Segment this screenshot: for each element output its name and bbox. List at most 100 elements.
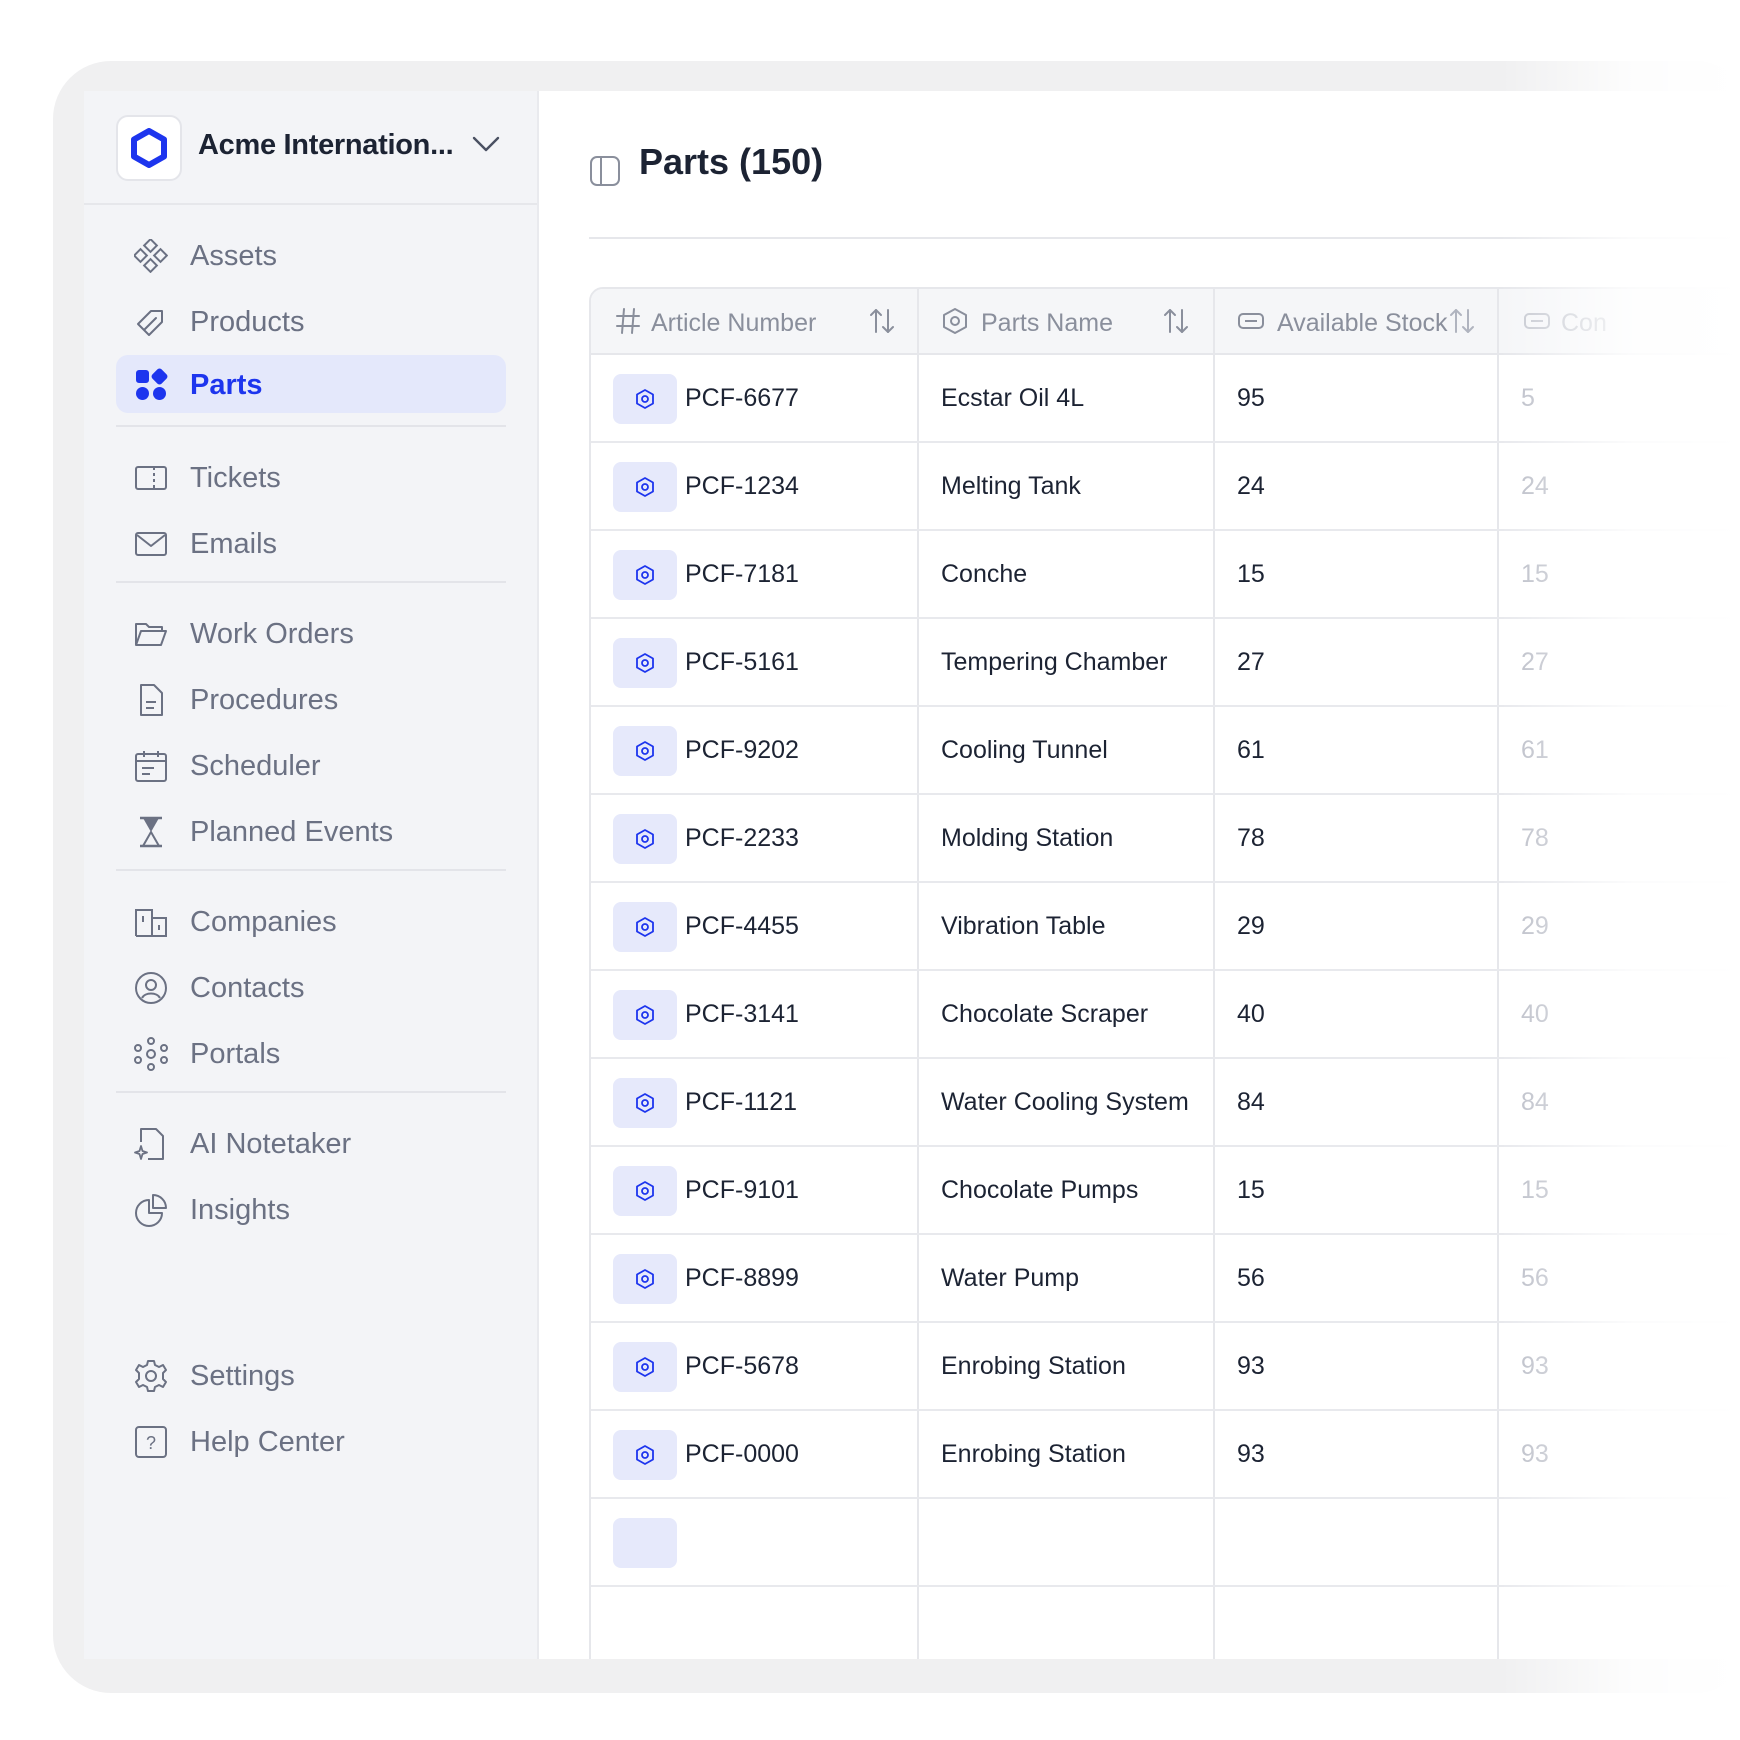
sidebar-item-label: Products bbox=[190, 306, 305, 338]
sidebar-item-planned-events[interactable]: Planned Events bbox=[116, 799, 506, 863]
cell-con: 15 bbox=[1521, 1175, 1549, 1204]
column-header-article-number[interactable]: Article Number bbox=[591, 289, 919, 355]
sidebar-toggle-icon[interactable] bbox=[589, 155, 621, 187]
table-row[interactable]: PCF-2233 Molding Station 78 78 bbox=[591, 795, 1740, 883]
column-header-available-stock[interactable]: Available Stock bbox=[1215, 289, 1499, 355]
sidebar-item-assets[interactable]: Assets bbox=[116, 223, 506, 287]
part-type-chip bbox=[613, 1518, 677, 1568]
sidebar-item-tickets[interactable]: Tickets bbox=[116, 445, 506, 509]
sidebar-item-help-center[interactable]: ? Help Center bbox=[116, 1409, 506, 1473]
sidebar-item-portals[interactable]: Portals bbox=[116, 1021, 506, 1085]
sidebar-item-label: Help Center bbox=[190, 1426, 345, 1458]
article-number: PCF-1121 bbox=[685, 1087, 798, 1116]
sidebar-item-scheduler[interactable]: Scheduler bbox=[116, 733, 506, 797]
org-switcher[interactable]: Acme Internation... bbox=[84, 91, 537, 205]
cell-available-stock: 78 bbox=[1237, 823, 1265, 852]
header-divider bbox=[589, 237, 1740, 239]
hex-nut-icon bbox=[636, 829, 654, 849]
sidebar-item-contacts[interactable]: Contacts bbox=[116, 955, 506, 1019]
org-logo bbox=[116, 115, 182, 181]
cell-con: 93 bbox=[1521, 1351, 1549, 1380]
hex-nut-icon bbox=[636, 1269, 654, 1289]
sidebar-item-procedures[interactable]: Procedures bbox=[116, 667, 506, 731]
table-row[interactable]: PCF-1121 Water Cooling System 84 84 bbox=[591, 1059, 1740, 1147]
sidebar-item-ai-notetaker[interactable]: AI Notetaker bbox=[116, 1111, 506, 1175]
cell-article-number: PCF-0000 bbox=[591, 1411, 917, 1497]
chevron-down-icon[interactable] bbox=[471, 134, 501, 154]
cell-available-stock: 15 bbox=[1237, 1175, 1265, 1204]
table-row[interactable] bbox=[591, 1499, 1740, 1587]
sidebar-item-products[interactable]: Products bbox=[116, 289, 506, 353]
part-type-chip bbox=[613, 814, 677, 864]
table-row[interactable]: PCF-1234 Melting Tank 24 24 bbox=[591, 443, 1740, 531]
sidebar-item-companies[interactable]: Companies bbox=[116, 889, 506, 953]
table-row[interactable]: PCF-9101 Chocolate Pumps 15 15 bbox=[591, 1147, 1740, 1235]
table-row[interactable]: PCF-5678 Enrobing Station 93 93 bbox=[591, 1323, 1740, 1411]
hourglass-icon bbox=[140, 816, 162, 848]
cell-parts-name: Conche bbox=[941, 559, 1028, 588]
part-type-chip bbox=[613, 374, 677, 424]
cell-con: 15 bbox=[1521, 559, 1549, 588]
column-label: Available Stock bbox=[1277, 309, 1448, 337]
table-row[interactable]: PCF-6677 Ecstar Oil 4L 95 5 bbox=[591, 355, 1740, 443]
sidebar-item-label: Scheduler bbox=[190, 750, 321, 782]
main-content: Parts (150) Article Number Parts Name Av… bbox=[539, 91, 1740, 1659]
part-type-chip bbox=[613, 726, 677, 776]
cell-article-number: PCF-5678 bbox=[591, 1323, 917, 1409]
sort-icon[interactable] bbox=[1163, 307, 1189, 335]
cell-article-number: PCF-7181 bbox=[591, 531, 917, 617]
hex-nut-icon bbox=[636, 653, 654, 673]
sparkle-document-icon bbox=[134, 1128, 164, 1160]
cell-article-number: PCF-2233 bbox=[591, 795, 917, 881]
hash-icon bbox=[616, 308, 640, 334]
cell-con: 93 bbox=[1521, 1439, 1549, 1468]
sidebar-item-insights[interactable]: Insights bbox=[116, 1177, 506, 1241]
table-row[interactable]: PCF-3141 Chocolate Scraper 40 40 bbox=[591, 971, 1740, 1059]
part-type-chip bbox=[613, 462, 677, 512]
tag-icon bbox=[137, 310, 163, 336]
org-name: Acme Internation... bbox=[198, 129, 454, 161]
sidebar-item-label: Portals bbox=[190, 1038, 281, 1070]
cell-available-stock: 93 bbox=[1237, 1439, 1265, 1468]
sidebar-item-label: Emails bbox=[190, 528, 278, 560]
article-number: PCF-0000 bbox=[685, 1439, 799, 1468]
article-number: PCF-7181 bbox=[685, 559, 799, 588]
building-icon bbox=[135, 909, 167, 937]
sidebar-divider bbox=[116, 425, 506, 427]
sort-icon[interactable] bbox=[1449, 307, 1475, 335]
sidebar-item-parts[interactable]: Parts bbox=[116, 355, 506, 413]
hex-nut-icon bbox=[636, 741, 654, 761]
mail-icon bbox=[135, 532, 167, 556]
cell-available-stock: 24 bbox=[1237, 471, 1265, 500]
hex-nut-icon bbox=[636, 477, 654, 497]
table-row[interactable]: PCF-4455 Vibration Table 29 29 bbox=[591, 883, 1740, 971]
cell-con: 29 bbox=[1521, 911, 1549, 940]
cell-available-stock: 61 bbox=[1237, 735, 1265, 764]
cell-available-stock: 93 bbox=[1237, 1351, 1265, 1380]
cell-available-stock: 95 bbox=[1237, 383, 1265, 412]
table-row[interactable]: PCF-7181 Conche 15 15 bbox=[591, 531, 1740, 619]
column-header-parts-name[interactable]: Parts Name bbox=[919, 289, 1215, 355]
sidebar-item-label: Assets bbox=[190, 240, 278, 272]
sidebar: Acme Internation... Assets Products Part… bbox=[84, 91, 539, 1659]
part-type-chip bbox=[613, 1166, 677, 1216]
cell-article-number: PCF-5161 bbox=[591, 619, 917, 705]
table-row[interactable]: PCF-8899 Water Pump 56 56 bbox=[591, 1235, 1740, 1323]
sort-icon[interactable] bbox=[869, 307, 895, 335]
column-header-con[interactable]: Con bbox=[1499, 289, 1740, 355]
table-row[interactable]: PCF-5161 Tempering Chamber 27 27 bbox=[591, 619, 1740, 707]
sidebar-item-work-orders[interactable]: Work Orders bbox=[116, 601, 506, 665]
cell-available-stock: 56 bbox=[1237, 1263, 1265, 1292]
sidebar-item-emails[interactable]: Emails bbox=[116, 511, 506, 575]
cell-parts-name: Water Pump bbox=[941, 1263, 1080, 1292]
article-number: PCF-2233 bbox=[685, 823, 799, 852]
article-number: PCF-9202 bbox=[685, 735, 799, 764]
table-row[interactable]: PCF-0000 Enrobing Station 93 93 bbox=[591, 1411, 1740, 1499]
sidebar-item-settings[interactable]: Settings bbox=[116, 1343, 506, 1407]
table-row[interactable]: PCF-9202 Cooling Tunnel 61 61 bbox=[591, 707, 1740, 795]
cell-con: 61 bbox=[1521, 735, 1549, 764]
parts-icon bbox=[136, 368, 168, 400]
gear-icon bbox=[135, 1360, 167, 1392]
article-number: PCF-6677 bbox=[685, 383, 799, 412]
ticket-icon bbox=[135, 466, 167, 490]
